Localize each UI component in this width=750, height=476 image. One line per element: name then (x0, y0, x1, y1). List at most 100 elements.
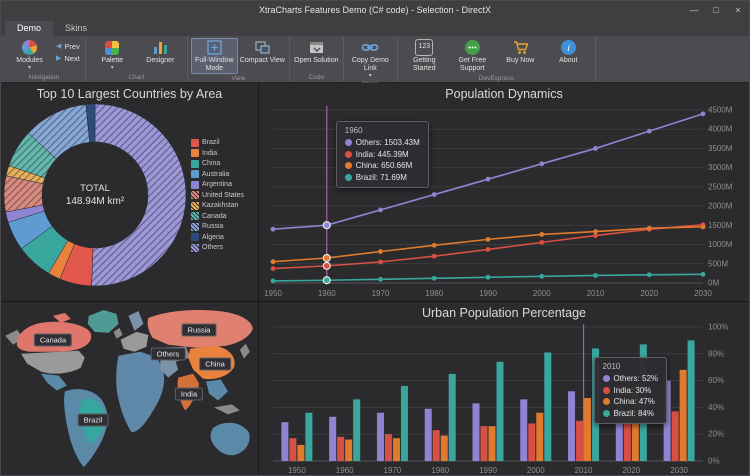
bar[interactable] (305, 412, 313, 461)
world-map[interactable] (1, 302, 258, 476)
bar[interactable] (281, 422, 289, 461)
data-point[interactable] (539, 161, 545, 167)
data-point[interactable] (431, 242, 437, 248)
tab-demo[interactable]: Demo (5, 21, 54, 36)
data-point[interactable] (593, 273, 598, 278)
bar[interactable] (400, 385, 408, 461)
compact-view-button[interactable]: Compact View (239, 38, 286, 66)
data-point[interactable] (378, 259, 383, 265)
line-chart[interactable]: 0M 500M 1000M 1500M 2000M 2500M 3000M 3500M 4000… (259, 102, 749, 301)
map-region-japan[interactable] (239, 343, 250, 359)
bar[interactable] (584, 398, 592, 461)
data-point[interactable] (322, 276, 331, 285)
bar[interactable] (679, 369, 687, 461)
prev-button[interactable]: ◀ Prev (56, 42, 80, 51)
legend-item[interactable]: Canada (191, 212, 244, 220)
open-solution-button[interactable]: Open Solution (293, 38, 340, 66)
minimize-button[interactable]: — (683, 1, 705, 19)
bar[interactable] (472, 403, 480, 461)
data-point[interactable] (322, 261, 331, 270)
get-free-support-button[interactable]: Get Free Support (449, 38, 496, 74)
bar[interactable] (520, 399, 528, 461)
data-point[interactable] (378, 207, 383, 213)
data-point[interactable] (378, 249, 383, 254)
data-point[interactable] (270, 259, 276, 265)
legend-item[interactable]: Kazakhstan (191, 201, 244, 210)
data-point[interactable] (700, 271, 706, 277)
bar-chart[interactable]: 0% 20% 40% 60% 80% 100% 1950 1960 1970 1980 1990 20… (259, 321, 749, 475)
bar[interactable] (384, 434, 392, 461)
bar[interactable] (297, 444, 305, 461)
data-point[interactable] (270, 266, 276, 271)
legend-item[interactable]: Brazil (191, 138, 244, 147)
full-window-mode-button[interactable]: Full-Window Mode (190, 38, 238, 75)
data-point[interactable] (322, 221, 331, 230)
about-button[interactable]: i About (545, 38, 592, 66)
map-region-scandinavia[interactable] (128, 310, 144, 331)
donut-chart[interactable]: TOTAL 148.94M km² (2, 102, 188, 288)
legend-item[interactable]: Algeria (191, 233, 244, 241)
bar[interactable] (289, 438, 297, 461)
bar[interactable] (353, 399, 361, 461)
bar[interactable] (687, 340, 695, 461)
data-point[interactable] (646, 225, 652, 231)
modules-button[interactable]: Modules ▾ (6, 38, 53, 72)
bar[interactable] (671, 411, 679, 461)
close-button[interactable]: × (727, 1, 749, 19)
bar[interactable] (424, 408, 432, 461)
getting-started-button[interactable]: 123 Getting Started (401, 38, 448, 74)
data-point[interactable] (646, 128, 652, 134)
data-point[interactable] (485, 176, 491, 182)
data-point[interactable] (322, 253, 331, 263)
palette-button[interactable]: Palette ▾ (89, 38, 136, 72)
map-region-se-asia[interactable] (206, 379, 228, 401)
legend-item[interactable]: Others (191, 243, 244, 252)
bar[interactable] (544, 352, 552, 461)
bar[interactable] (440, 435, 448, 461)
bar[interactable] (345, 439, 353, 461)
data-point[interactable] (593, 146, 598, 151)
data-point[interactable] (485, 274, 491, 280)
data-point[interactable] (485, 247, 491, 252)
bar[interactable] (496, 361, 504, 461)
map-region-indonesia[interactable] (214, 404, 240, 415)
data-point[interactable] (431, 192, 437, 197)
map-region-canada-islands[interactable] (52, 312, 71, 323)
data-point[interactable] (378, 276, 383, 282)
map-region-usa[interactable] (21, 350, 85, 374)
designer-button[interactable]: Designer (137, 38, 184, 66)
data-point[interactable] (700, 224, 706, 230)
legend-item[interactable]: United States (191, 191, 244, 199)
bar[interactable] (536, 412, 544, 461)
map-region-africa[interactable] (116, 351, 165, 433)
bar[interactable] (488, 426, 496, 461)
map-region-uk[interactable] (113, 327, 123, 339)
bar[interactable] (480, 426, 488, 461)
data-point[interactable] (270, 226, 276, 232)
data-point[interactable] (539, 273, 545, 279)
copy-demo-link-button[interactable]: Copy Demo Link ▾ (347, 38, 394, 80)
bar[interactable] (376, 412, 384, 461)
next-button[interactable]: ▶ Next (56, 54, 80, 63)
data-point[interactable] (270, 278, 276, 284)
data-point[interactable] (431, 275, 437, 281)
map-region-europe[interactable] (120, 331, 149, 352)
data-point[interactable] (593, 229, 598, 234)
bar[interactable] (568, 391, 576, 461)
map-region-mexico[interactable] (41, 373, 67, 391)
bar[interactable] (528, 423, 536, 461)
maximize-button[interactable]: □ (705, 1, 727, 19)
data-point[interactable] (485, 236, 491, 242)
legend-item[interactable]: India (191, 149, 244, 157)
bar[interactable] (337, 436, 345, 461)
bar[interactable] (392, 438, 400, 461)
data-point[interactable] (539, 232, 545, 237)
bar[interactable] (576, 420, 584, 461)
data-point[interactable] (646, 272, 652, 278)
map-region-australia[interactable] (210, 422, 250, 456)
data-point[interactable] (431, 253, 437, 259)
bar[interactable] (448, 373, 456, 461)
bar[interactable] (432, 430, 440, 461)
legend-item[interactable]: Russia (191, 222, 244, 231)
data-point[interactable] (700, 111, 706, 117)
